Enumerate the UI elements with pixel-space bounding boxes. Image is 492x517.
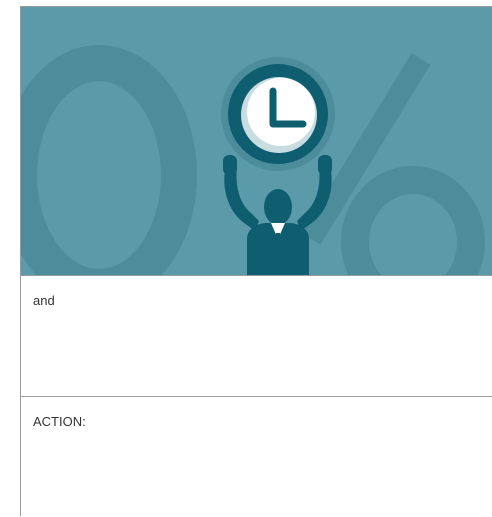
section-label: ACTION:: [33, 414, 86, 429]
content-card: and ACTION:: [20, 6, 492, 516]
hero-illustration: [21, 7, 492, 275]
text-section-action: ACTION:: [21, 396, 492, 517]
text-section-and: and: [21, 275, 492, 396]
clock-icon: [221, 57, 335, 171]
hero-svg: [21, 7, 492, 275]
section-label: and: [33, 293, 55, 308]
